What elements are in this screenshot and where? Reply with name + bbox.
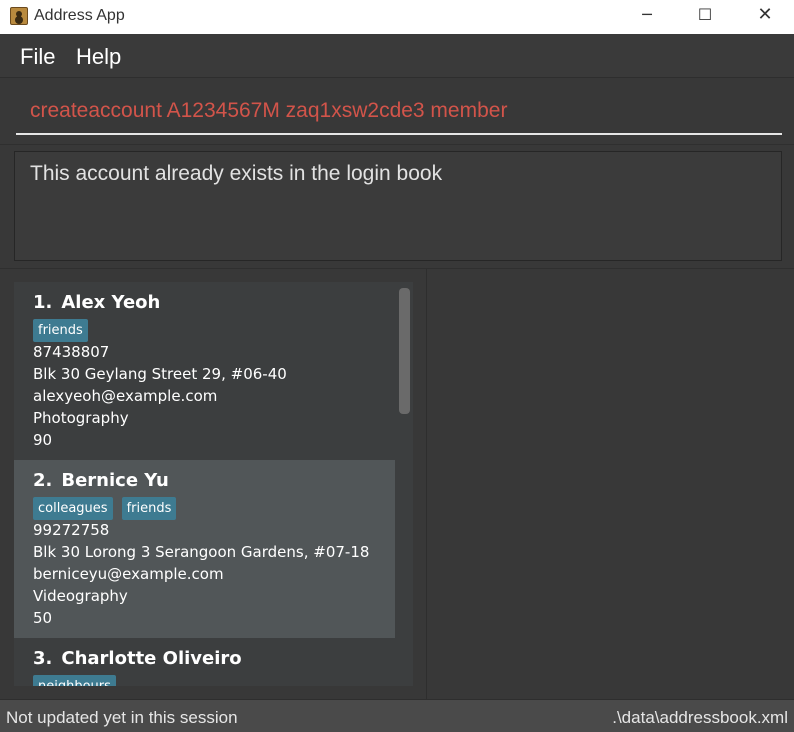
person-name-row: 3. Charlotte Oliveiro: [33, 648, 242, 669]
person-index: 1.: [33, 292, 53, 313]
command-box-panel: createaccount A1234567M zaq1xsw2cde3 mem…: [0, 79, 794, 145]
person-address: Blk 30 Geylang Street 29, #06-40: [33, 365, 287, 383]
person-email: alexyeoh@example.com: [33, 387, 218, 405]
person-name-row: 2. Bernice Yu: [33, 470, 169, 491]
result-display-panel: This account already exists in the login…: [0, 145, 794, 269]
tag-badge: colleagues: [33, 497, 113, 520]
detail-panel: [428, 269, 794, 699]
person-index: 3.: [33, 648, 53, 669]
person-interest: Photography: [33, 409, 129, 427]
close-button[interactable]: ✕: [742, 0, 788, 34]
person-card[interactable]: 1. Alex Yeoh friends 87438807 Blk 30 Geyl…: [14, 282, 395, 460]
person-list[interactable]: 1. Alex Yeoh friends 87438807 Blk 30 Geyl…: [14, 282, 413, 686]
maximize-button[interactable]: ☐: [682, 0, 728, 34]
person-card-selected[interactable]: 2. Bernice Yu colleagues friends 99272758 …: [14, 460, 395, 638]
tag-badge: neighbours: [33, 675, 116, 686]
tag-list: colleagues friends: [33, 497, 185, 520]
person-index: 2.: [33, 470, 53, 491]
result-display[interactable]: This account already exists in the login…: [14, 151, 782, 261]
window-titlebar: Address App ─ ☐ ✕: [0, 0, 794, 34]
minimize-button[interactable]: ─: [624, 0, 670, 34]
tag-list: neighbours: [33, 675, 125, 686]
list-scrollbar[interactable]: [395, 282, 413, 686]
person-phone: 87438807: [33, 343, 110, 361]
menu-file[interactable]: File: [20, 44, 55, 70]
sync-status: Not updated yet in this session: [6, 708, 238, 727]
command-input[interactable]: createaccount A1234567M zaq1xsw2cde3 mem…: [16, 93, 782, 135]
scrollbar-thumb[interactable]: [399, 288, 410, 414]
person-card[interactable]: 3. Charlotte Oliveiro neighbours: [14, 638, 395, 686]
tag-list: friends: [33, 319, 97, 342]
person-list-panel: 1. Alex Yeoh friends 87438807 Blk 30 Geyl…: [0, 269, 427, 699]
person-phone: 99272758: [33, 521, 110, 539]
person-name-row: 1. Alex Yeoh: [33, 292, 160, 313]
menu-bar: File Help: [0, 34, 794, 78]
person-interest: Videography: [33, 587, 128, 605]
menu-help[interactable]: Help: [76, 44, 121, 70]
person-name: Charlotte Oliveiro: [61, 648, 242, 669]
person-email: berniceyu@example.com: [33, 565, 224, 583]
person-score: 90: [33, 431, 53, 449]
command-input-text[interactable]: createaccount A1234567M zaq1xsw2cde3 mem…: [30, 99, 507, 123]
tag-badge: friends: [33, 319, 88, 342]
person-score: 50: [33, 609, 53, 627]
result-message: This account already exists in the login…: [30, 162, 443, 185]
tag-badge: friends: [121, 497, 177, 520]
window-title: Address App: [34, 7, 125, 24]
save-location: .\data\addressbook.xml: [612, 708, 788, 727]
person-name: Alex Yeoh: [61, 292, 161, 313]
address-book-icon: [10, 7, 28, 25]
status-bar: Not updated yet in this session .\data\a…: [0, 699, 794, 732]
person-address: Blk 30 Lorong 3 Serangoon Gardens, #07-1…: [33, 543, 370, 561]
person-name: Bernice Yu: [61, 470, 169, 491]
